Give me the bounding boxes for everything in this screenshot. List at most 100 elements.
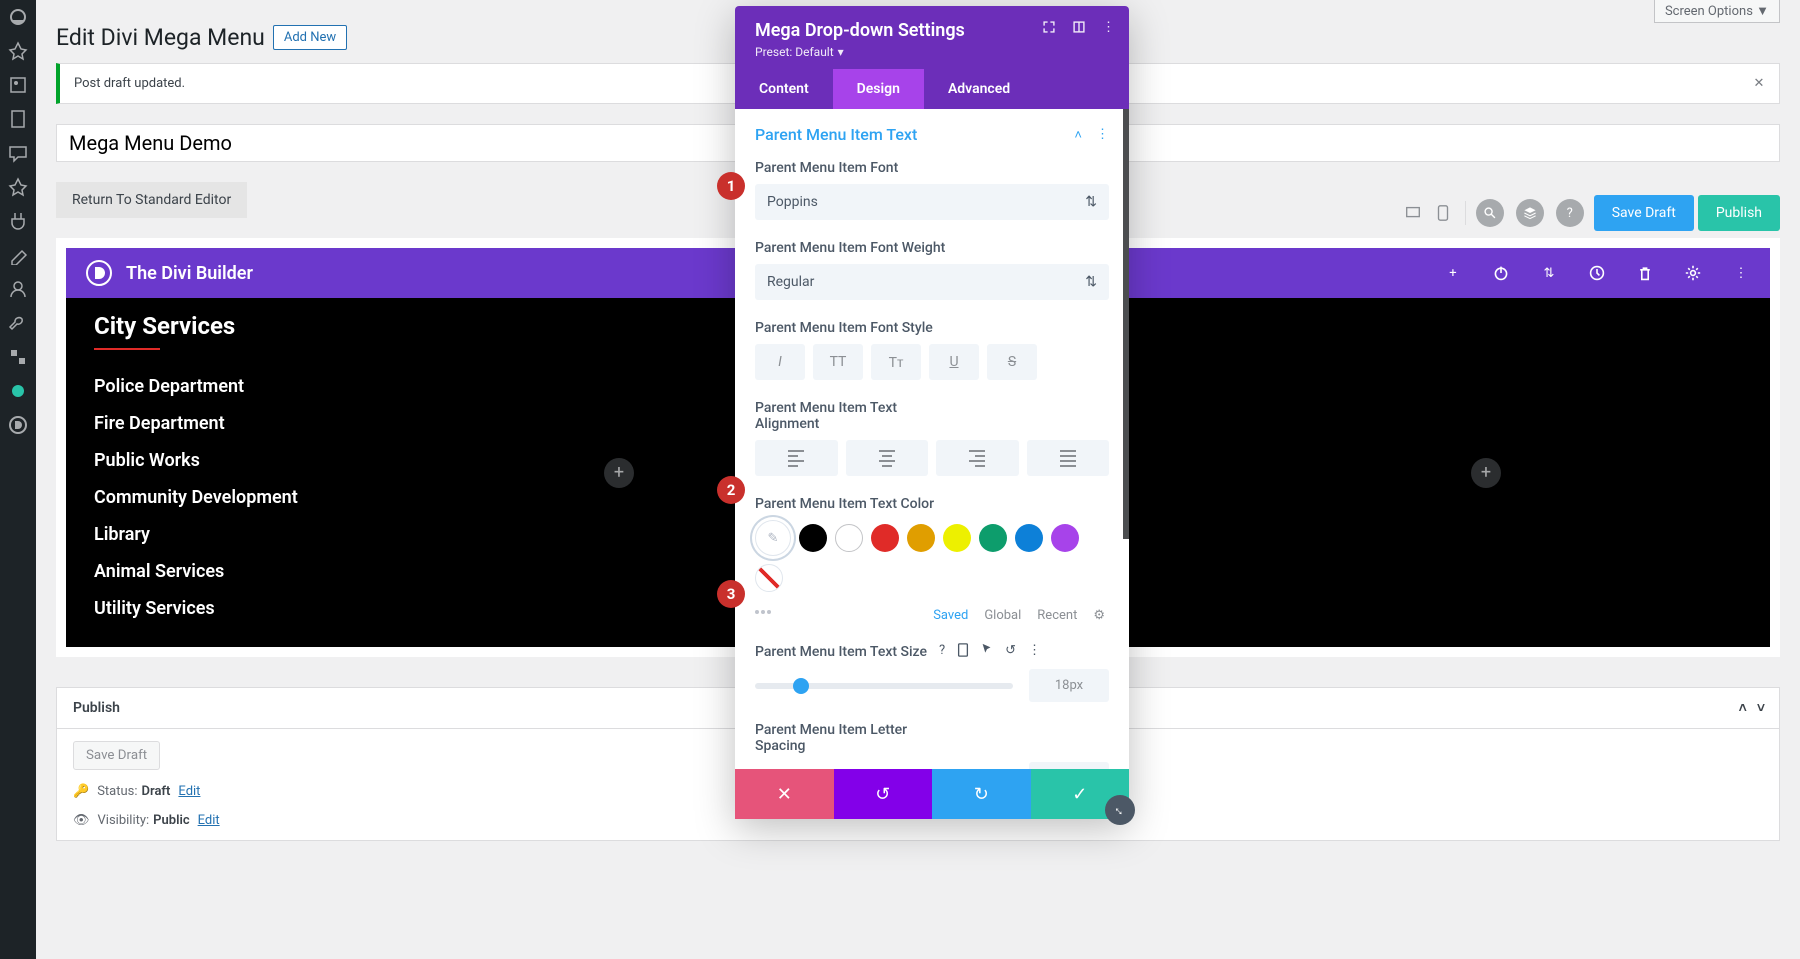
color-swatch[interactable]	[799, 524, 827, 552]
color-swatch[interactable]	[1015, 524, 1043, 552]
return-editor-button[interactable]: Return To Standard Editor	[56, 182, 247, 218]
color-swatch[interactable]	[835, 524, 863, 552]
notice-message: Post draft updated.	[74, 76, 185, 91]
spacing-label: Parent Menu Item Letter Spacing	[755, 722, 935, 754]
module-settings-panel: Mega Drop-down Settings Preset: Default▾…	[735, 6, 1129, 819]
annotation-marker: 2	[717, 476, 745, 504]
text-size-slider[interactable]	[755, 683, 1013, 689]
list-item: Community Development	[94, 479, 606, 516]
sort-icon[interactable]: ⇅	[1540, 264, 1558, 282]
history-icon[interactable]	[1588, 264, 1606, 282]
delete-icon[interactable]	[1636, 264, 1654, 282]
edit-status-link[interactable]: Edit	[178, 784, 200, 799]
divi-icon[interactable]	[0, 374, 36, 408]
add-icon[interactable]: +	[1444, 264, 1462, 282]
add-new-button[interactable]: Add New	[273, 25, 347, 50]
appearance-icon[interactable]	[0, 238, 36, 272]
pin2-icon[interactable]	[0, 170, 36, 204]
layers-icon[interactable]	[1516, 199, 1544, 227]
list-item: Animal Services	[94, 553, 606, 590]
align-left-button[interactable]	[755, 440, 838, 476]
status-label: Status:	[97, 784, 137, 799]
search-icon[interactable]	[1476, 199, 1504, 227]
add-module-button[interactable]: +	[604, 458, 634, 488]
plugins-icon[interactable]	[0, 204, 36, 238]
tab-saved[interactable]: Saved	[933, 608, 968, 623]
chevron-up-icon[interactable]: ˄	[1739, 700, 1747, 717]
tab-recent[interactable]: Recent	[1037, 608, 1077, 623]
dashboard-icon[interactable]	[0, 0, 36, 34]
tab-content[interactable]: Content	[735, 69, 833, 109]
publish-button[interactable]: Publish	[1698, 195, 1780, 231]
desktop-icon[interactable]	[1401, 201, 1425, 225]
strikethrough-button[interactable]: S	[987, 344, 1037, 380]
chevron-down-icon[interactable]: ˅	[1757, 700, 1765, 717]
underline-button[interactable]: U	[929, 344, 979, 380]
tab-global[interactable]: Global	[984, 608, 1021, 623]
settings-preset[interactable]: Preset: Default▾	[755, 45, 1109, 59]
fullscreen-icon[interactable]	[1042, 20, 1056, 38]
list-item: Police Department	[94, 368, 606, 405]
media-icon[interactable]	[0, 68, 36, 102]
align-right-button[interactable]	[936, 440, 1019, 476]
align-justify-button[interactable]	[1027, 440, 1110, 476]
add-module-button[interactable]: +	[1471, 458, 1501, 488]
smallcaps-button[interactable]: Tᴛ	[871, 344, 921, 380]
divi-logo-icon[interactable]	[0, 408, 36, 442]
menu-icon[interactable]: ⋮	[1096, 127, 1109, 143]
chevron-up-icon[interactable]: ˄	[1074, 127, 1082, 143]
redo-button[interactable]: ↻	[932, 769, 1031, 819]
more-colors-button[interactable]	[755, 610, 783, 614]
gear-icon[interactable]	[1684, 264, 1702, 282]
pages-icon[interactable]	[0, 102, 36, 136]
users-icon[interactable]	[0, 272, 36, 306]
mobile-icon[interactable]	[1431, 201, 1455, 225]
edit-visibility-link[interactable]: Edit	[198, 813, 220, 828]
color-swatch-none[interactable]	[755, 564, 783, 592]
color-swatch[interactable]	[871, 524, 899, 552]
weight-label: Parent Menu Item Font Weight	[755, 240, 1109, 256]
font-select[interactable]: Poppins⇅	[755, 184, 1109, 220]
style-label: Parent Menu Item Font Style	[755, 320, 1109, 336]
tab-design[interactable]: Design	[833, 69, 924, 109]
text-size-value[interactable]: 18px	[1029, 669, 1109, 702]
responsive-icon[interactable]	[957, 643, 969, 661]
snap-icon[interactable]	[1072, 20, 1086, 38]
tools-icon[interactable]	[0, 306, 36, 340]
save-draft-button[interactable]: Save Draft	[1594, 195, 1694, 231]
color-swatch[interactable]	[1051, 524, 1079, 552]
hover-icon[interactable]	[981, 643, 993, 661]
list-item: Utility Services	[94, 590, 606, 627]
tab-advanced[interactable]: Advanced	[924, 69, 1034, 109]
scrollbar[interactable]	[1123, 109, 1129, 539]
menu-icon[interactable]: ⋮	[1028, 643, 1041, 661]
pin-icon[interactable]	[0, 34, 36, 68]
color-swatch[interactable]	[979, 524, 1007, 552]
power-icon[interactable]	[1492, 264, 1510, 282]
color-swatch-active[interactable]: ✎	[755, 520, 791, 556]
dismiss-icon[interactable]: ✕	[1749, 74, 1769, 94]
reset-icon[interactable]: ↺	[1005, 643, 1016, 661]
gear-icon[interactable]: ⚙	[1093, 608, 1105, 623]
color-swatch[interactable]	[943, 524, 971, 552]
help-icon[interactable]: ?	[1556, 199, 1584, 227]
help-icon[interactable]: ?	[939, 643, 945, 661]
italic-button[interactable]: I	[755, 344, 805, 380]
settings-section-title[interactable]: Parent Menu Item Text	[755, 125, 917, 144]
undo-button[interactable]: ↺	[834, 769, 933, 819]
preview-section-title: City Services	[66, 298, 634, 340]
color-swatch[interactable]	[907, 524, 935, 552]
settings-icon[interactable]	[0, 340, 36, 374]
menu-icon[interactable]: ⋮	[1732, 264, 1750, 282]
letter-spacing-value[interactable]: 0px	[1029, 762, 1109, 769]
save-draft-button-small[interactable]: Save Draft	[73, 741, 160, 770]
align-center-button[interactable]	[846, 440, 929, 476]
screen-options-toggle[interactable]: Screen Options ▼	[1654, 0, 1780, 23]
preview-menu-list: Police Department Fire Department Public…	[66, 368, 634, 647]
uppercase-button[interactable]: TT	[813, 344, 863, 380]
weight-select[interactable]: Regular⇅	[755, 264, 1109, 300]
cancel-button[interactable]: ✕	[735, 769, 834, 819]
status-value: Draft	[142, 784, 171, 799]
comments-icon[interactable]	[0, 136, 36, 170]
menu-icon[interactable]: ⋮	[1102, 20, 1115, 38]
